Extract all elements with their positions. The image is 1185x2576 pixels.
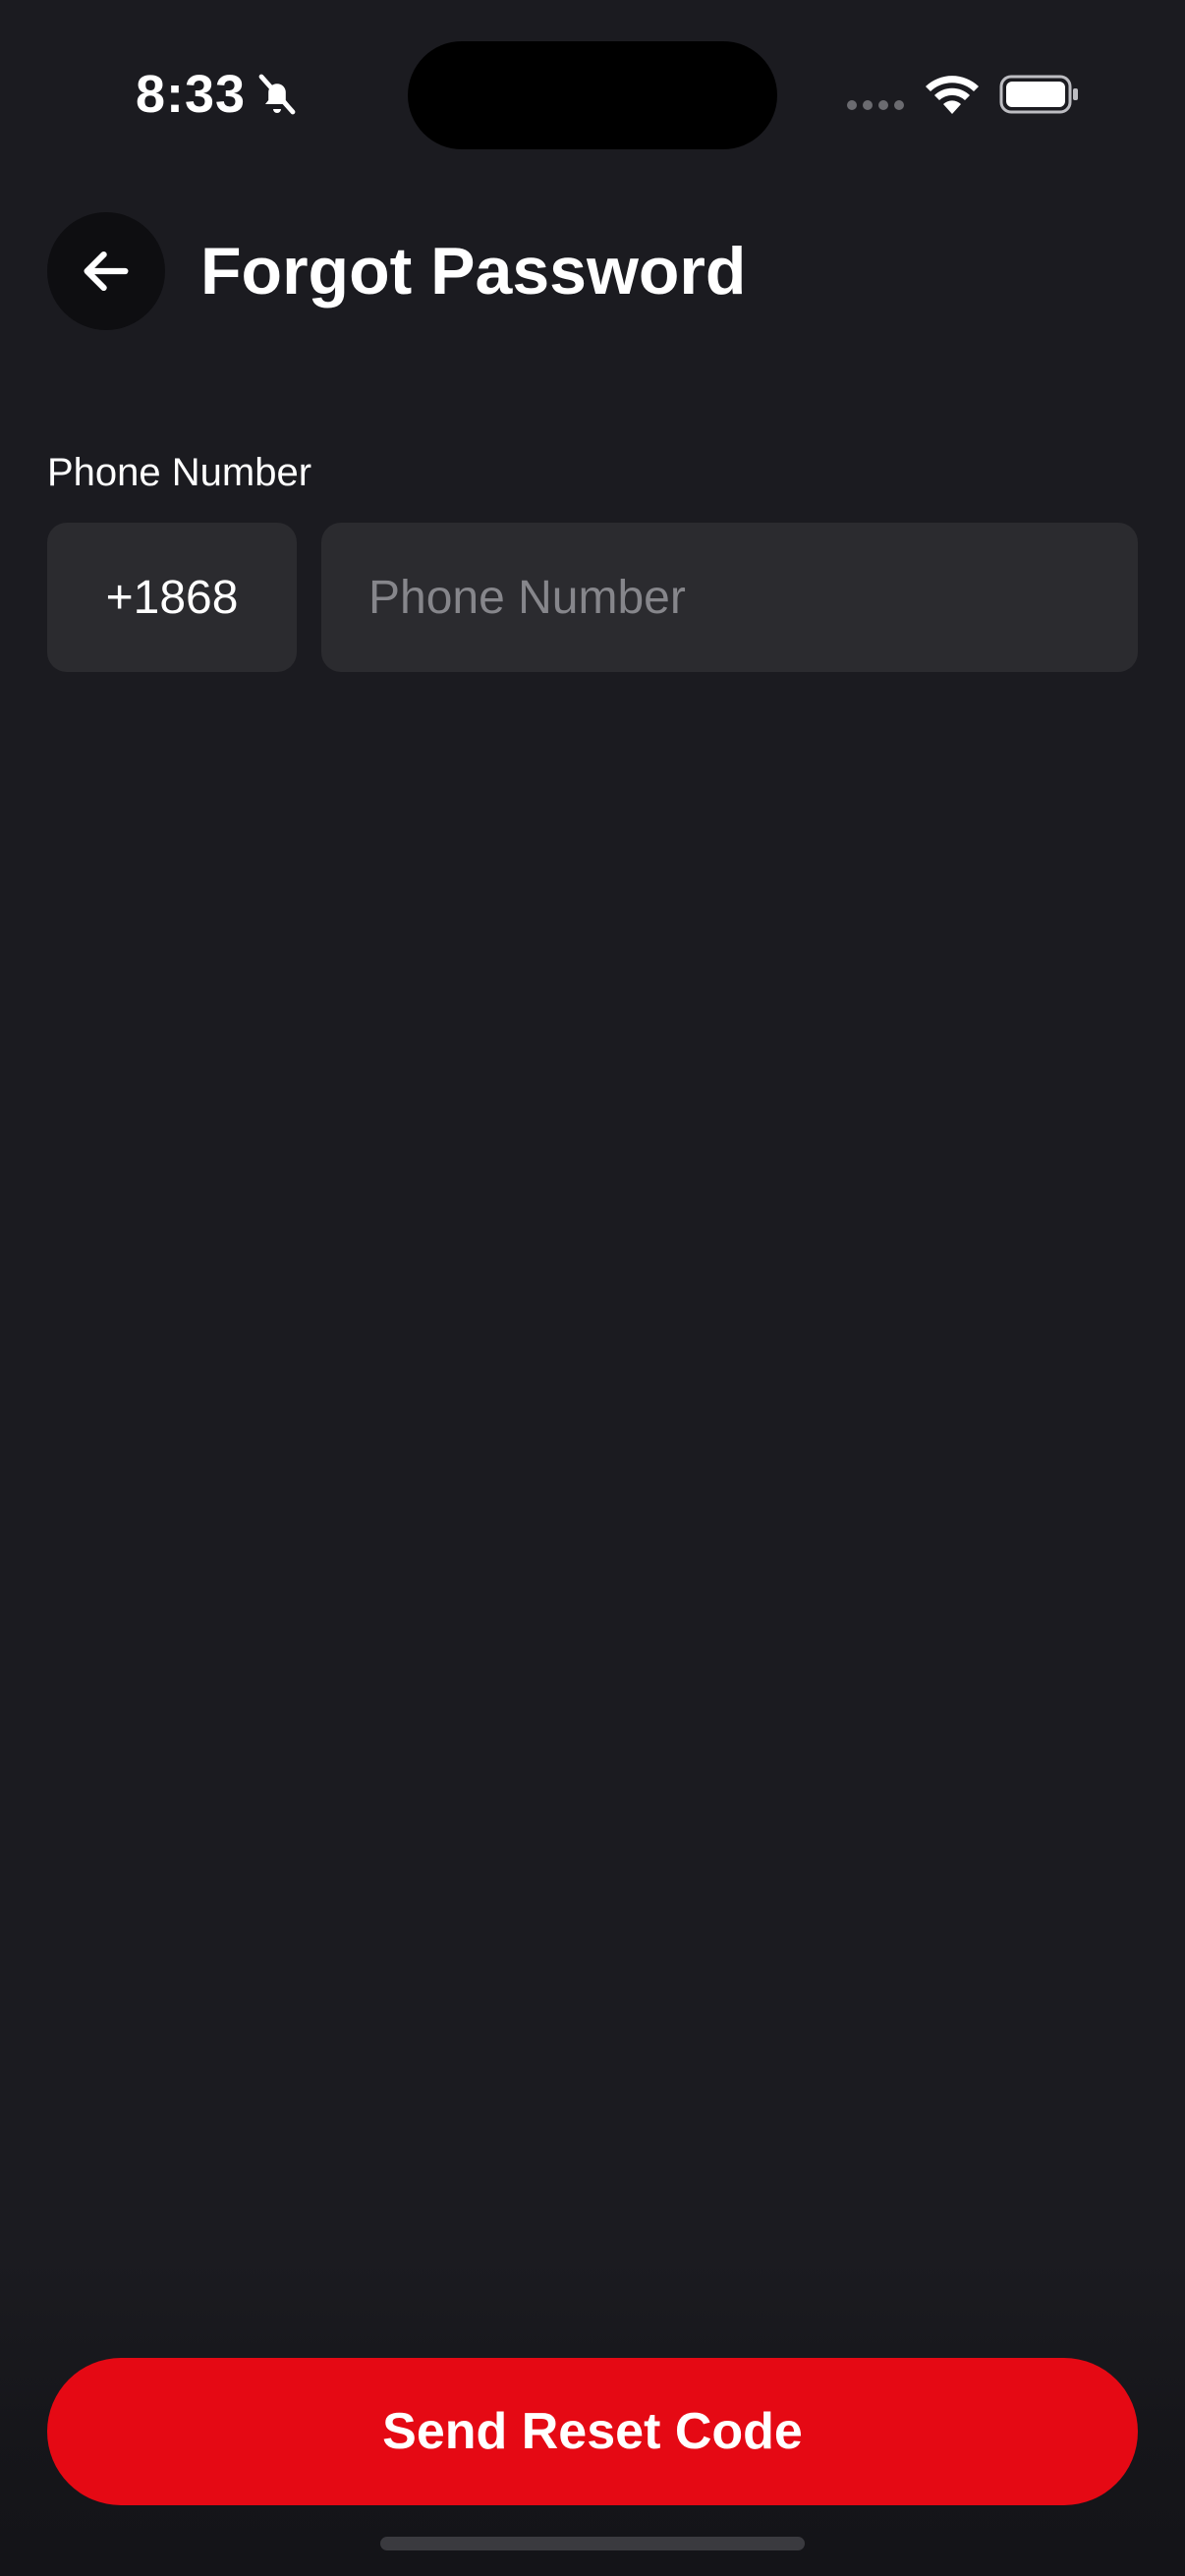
bell-slash-icon bbox=[258, 74, 296, 115]
arrow-left-icon bbox=[84, 251, 129, 292]
phone-number-label: Phone Number bbox=[47, 451, 312, 494]
page-title: Forgot Password bbox=[200, 234, 747, 308]
country-code-selector[interactable]: +1868 bbox=[47, 523, 297, 672]
wifi-icon bbox=[926, 76, 979, 114]
dynamic-island bbox=[408, 41, 777, 149]
battery-full-icon bbox=[999, 75, 1078, 114]
phone-number-input[interactable] bbox=[321, 523, 1138, 672]
cellular-signal-icon bbox=[847, 100, 904, 110]
home-indicator[interactable] bbox=[380, 2537, 805, 2550]
status-time: 8:33 bbox=[136, 65, 247, 124]
send-reset-code-button[interactable]: Send Reset Code bbox=[47, 2358, 1138, 2505]
back-button[interactable] bbox=[47, 212, 165, 330]
